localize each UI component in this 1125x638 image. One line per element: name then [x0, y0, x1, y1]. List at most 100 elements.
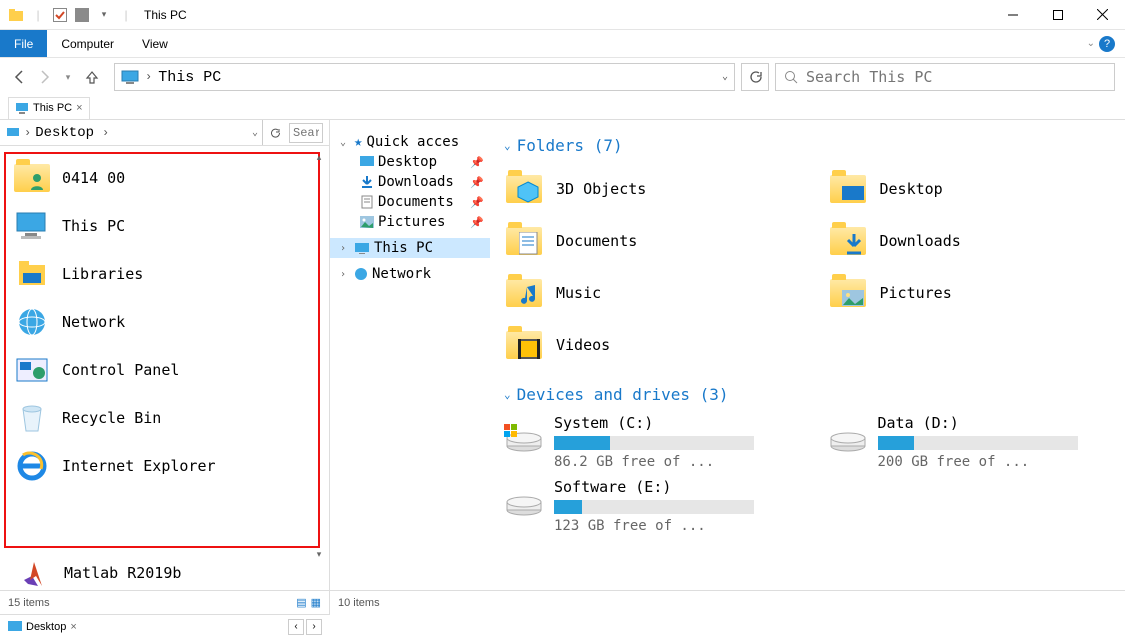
- tree-item[interactable]: Desktop 📌: [330, 152, 490, 172]
- pin-icon: 📌: [470, 196, 484, 209]
- network-icon: [354, 267, 368, 281]
- pin-icon: 📌: [470, 216, 484, 229]
- desktop-folder-icon: [828, 169, 868, 209]
- desktop-items-panel: 0414 00 This PC Libraries Network Contro…: [4, 152, 320, 548]
- drive-usage-bar: [554, 436, 754, 450]
- drive-item[interactable]: Software (E:) 123 GB free of ...: [504, 478, 788, 534]
- qat-dropdown-icon[interactable]: ▾: [94, 5, 114, 25]
- drive-usage-bar: [554, 500, 754, 514]
- tab-file[interactable]: File: [0, 30, 47, 57]
- search-input[interactable]: [806, 68, 1106, 86]
- ribbon-expand-icon[interactable]: ⌄: [1087, 38, 1095, 49]
- drives-section-header[interactable]: ⌄ Devices and drives (3): [504, 385, 1111, 404]
- folder-item[interactable]: Documents: [504, 217, 788, 265]
- left-crumb[interactable]: Desktop: [35, 125, 94, 141]
- star-icon: ★: [354, 134, 362, 150]
- left-status-count: 15 items: [8, 597, 50, 609]
- window-tab[interactable]: This PC ×: [8, 97, 90, 119]
- tree-quick-access[interactable]: ⌄ ★ Quick acces: [330, 132, 490, 152]
- tab-computer[interactable]: Computer: [47, 30, 128, 57]
- address-bar[interactable]: › This PC ⌄: [114, 63, 735, 91]
- checkbox-icon[interactable]: [50, 5, 70, 25]
- folder-item[interactable]: 3D Objects: [504, 165, 788, 213]
- scroll-down-icon[interactable]: ▾: [317, 549, 322, 560]
- folder-item[interactable]: Pictures: [828, 269, 1112, 317]
- folder-item[interactable]: Desktop: [828, 165, 1112, 213]
- chevron-right-icon[interactable]: ›: [340, 269, 350, 280]
- chevron-right-icon[interactable]: ›: [340, 243, 350, 254]
- maximize-button[interactable]: [1035, 0, 1080, 30]
- documents-folder-icon: [504, 221, 544, 261]
- left-search-input[interactable]: [289, 123, 323, 143]
- tab-view[interactable]: View: [128, 30, 182, 57]
- address-dropdown-icon[interactable]: ⌄: [722, 71, 728, 83]
- pin-icon: 📌: [470, 176, 484, 189]
- recent-locations-icon[interactable]: ▾: [58, 67, 78, 87]
- list-item[interactable]: Matlab R2019b: [20, 558, 181, 588]
- list-item[interactable]: Internet Explorer: [6, 442, 318, 490]
- refresh-button[interactable]: [741, 63, 769, 91]
- pc-icon: [121, 70, 139, 84]
- desktop-icon: [360, 156, 374, 168]
- list-item[interactable]: 0414 00: [6, 154, 318, 202]
- nav-back-icon[interactable]: ‹: [288, 619, 304, 635]
- chevron-down-icon[interactable]: ⌄: [340, 137, 350, 148]
- tree-this-pc[interactable]: › This PC: [330, 238, 490, 258]
- folders-section-header[interactable]: ⌄ Folders (7): [504, 136, 1111, 155]
- right-status-count: 10 items: [338, 597, 380, 609]
- tree-item[interactable]: Downloads 📌: [330, 172, 490, 192]
- scroll-up-icon[interactable]: ▴: [317, 152, 322, 163]
- forward-button[interactable]: [34, 67, 54, 87]
- tree-item[interactable]: Documents 📌: [330, 192, 490, 212]
- window-title: This PC: [144, 8, 187, 22]
- explorer-icon: [6, 5, 26, 25]
- close-tab-icon[interactable]: ×: [70, 621, 76, 633]
- tree-network[interactable]: › Network: [330, 264, 490, 284]
- network-icon: [14, 304, 50, 340]
- downloads-folder-icon: [828, 221, 868, 261]
- back-button[interactable]: [10, 67, 30, 87]
- folder-item[interactable]: Downloads: [828, 217, 1112, 265]
- list-item[interactable]: This PC: [6, 202, 318, 250]
- up-button[interactable]: [82, 67, 102, 87]
- icons-view-icon[interactable]: ▦: [311, 596, 321, 609]
- search-box[interactable]: [775, 63, 1115, 91]
- left-refresh-button[interactable]: [262, 120, 285, 145]
- downloads-icon: [360, 175, 374, 189]
- pc-icon: [354, 242, 370, 254]
- recycle-bin-icon: [14, 400, 50, 436]
- folder-item[interactable]: Videos: [504, 321, 788, 369]
- libraries-icon: [14, 256, 50, 292]
- close-button[interactable]: [1080, 0, 1125, 30]
- details-view-icon[interactable]: ▤: [296, 596, 306, 609]
- pc-small-icon: [6, 127, 20, 139]
- help-icon[interactable]: ?: [1099, 36, 1115, 52]
- drive-item[interactable]: Data (D:) 200 GB free of ...: [828, 414, 1112, 470]
- window-tab-label: This PC: [33, 102, 72, 114]
- drive-usage-bar: [878, 436, 1078, 450]
- drive-icon: [828, 414, 868, 454]
- left-address-dropdown-icon[interactable]: ⌄: [252, 127, 258, 139]
- close-tab-icon[interactable]: ×: [76, 102, 82, 114]
- control-panel-icon: [14, 352, 50, 388]
- ie-icon: [14, 448, 50, 484]
- pin-icon: 📌: [470, 156, 484, 169]
- nav-fwd-icon[interactable]: ›: [306, 619, 322, 635]
- minimize-button[interactable]: [990, 0, 1035, 30]
- pictures-icon: [360, 216, 374, 228]
- list-item[interactable]: Recycle Bin: [6, 394, 318, 442]
- user-folder-icon: [14, 160, 50, 196]
- list-item[interactable]: Libraries: [6, 250, 318, 298]
- list-item[interactable]: Control Panel: [6, 346, 318, 394]
- tree-item[interactable]: Pictures 📌: [330, 212, 490, 232]
- pc-icon: [14, 208, 50, 244]
- matlab-icon: [20, 558, 50, 588]
- list-item[interactable]: Network: [6, 298, 318, 346]
- folder-item[interactable]: Music: [504, 269, 788, 317]
- music-folder-icon: [504, 273, 544, 313]
- drive-item[interactable]: System (C:) 86.2 GB free of ...: [504, 414, 788, 470]
- qat-grey-icon[interactable]: [72, 5, 92, 25]
- bottom-tab-label[interactable]: Desktop: [26, 621, 66, 633]
- qat-divider: |: [28, 5, 48, 25]
- pictures-folder-icon: [828, 273, 868, 313]
